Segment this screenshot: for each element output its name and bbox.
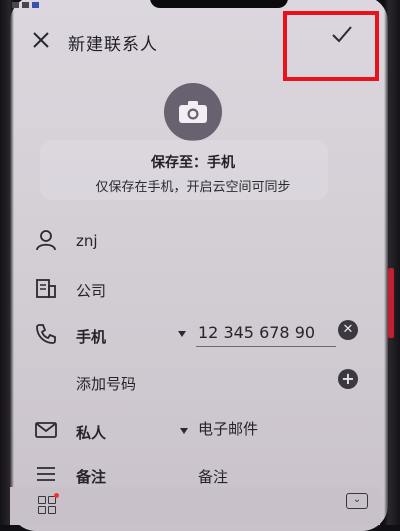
apps-grid-icon[interactable]: [38, 496, 56, 514]
email-input[interactable]: 电子邮件: [198, 418, 258, 439]
highlight-annotation-box: [283, 11, 379, 81]
keyboard-toolbar: [10, 487, 380, 525]
phone-input-underline: [196, 346, 336, 347]
avatar[interactable]: [164, 83, 222, 141]
device-edge-left: [0, 0, 14, 525]
close-icon-graphic: [33, 32, 49, 48]
keyboard-hide-icon[interactable]: ⌄: [346, 493, 368, 509]
plus-icon[interactable]: +: [338, 369, 358, 389]
close-icon[interactable]: [30, 30, 52, 52]
phone-type-dropdown-icon[interactable]: [178, 331, 186, 337]
save-location-subtitle: 仅保存在手机，开启云空间可同步: [95, 180, 291, 195]
notes-type-label[interactable]: 备注: [76, 466, 106, 487]
company-field[interactable]: 公司: [76, 280, 106, 301]
save-location-title: 保存至：手机: [151, 155, 235, 171]
device-side-button: [388, 268, 394, 338]
phone-icon: [36, 324, 56, 344]
status-bar: [12, 0, 39, 10]
notification-dot: [54, 493, 59, 498]
camera-icon: [179, 101, 207, 123]
company-icon: [36, 279, 56, 298]
device-edge-right: [384, 0, 400, 525]
person-icon: [36, 230, 56, 251]
notification-icon: [32, 2, 39, 8]
phone-number-input[interactable]: 12 345 678 90: [198, 323, 315, 342]
device-notch: [150, 0, 288, 8]
notes-icon: [37, 467, 55, 481]
email-type-label[interactable]: 私人: [76, 422, 106, 443]
page-title: 新建联系人: [68, 35, 158, 55]
name-field[interactable]: znj: [76, 232, 98, 250]
notes-input[interactable]: 备注: [198, 466, 228, 487]
signal-icon: [12, 2, 19, 8]
phone-type-label[interactable]: 手机: [76, 326, 106, 347]
email-type-dropdown-icon[interactable]: [180, 428, 188, 434]
wifi-icon: [22, 2, 29, 8]
add-number-label[interactable]: 添加号码: [76, 373, 136, 394]
mail-icon: [35, 422, 57, 438]
clear-icon[interactable]: ✕: [338, 320, 358, 340]
